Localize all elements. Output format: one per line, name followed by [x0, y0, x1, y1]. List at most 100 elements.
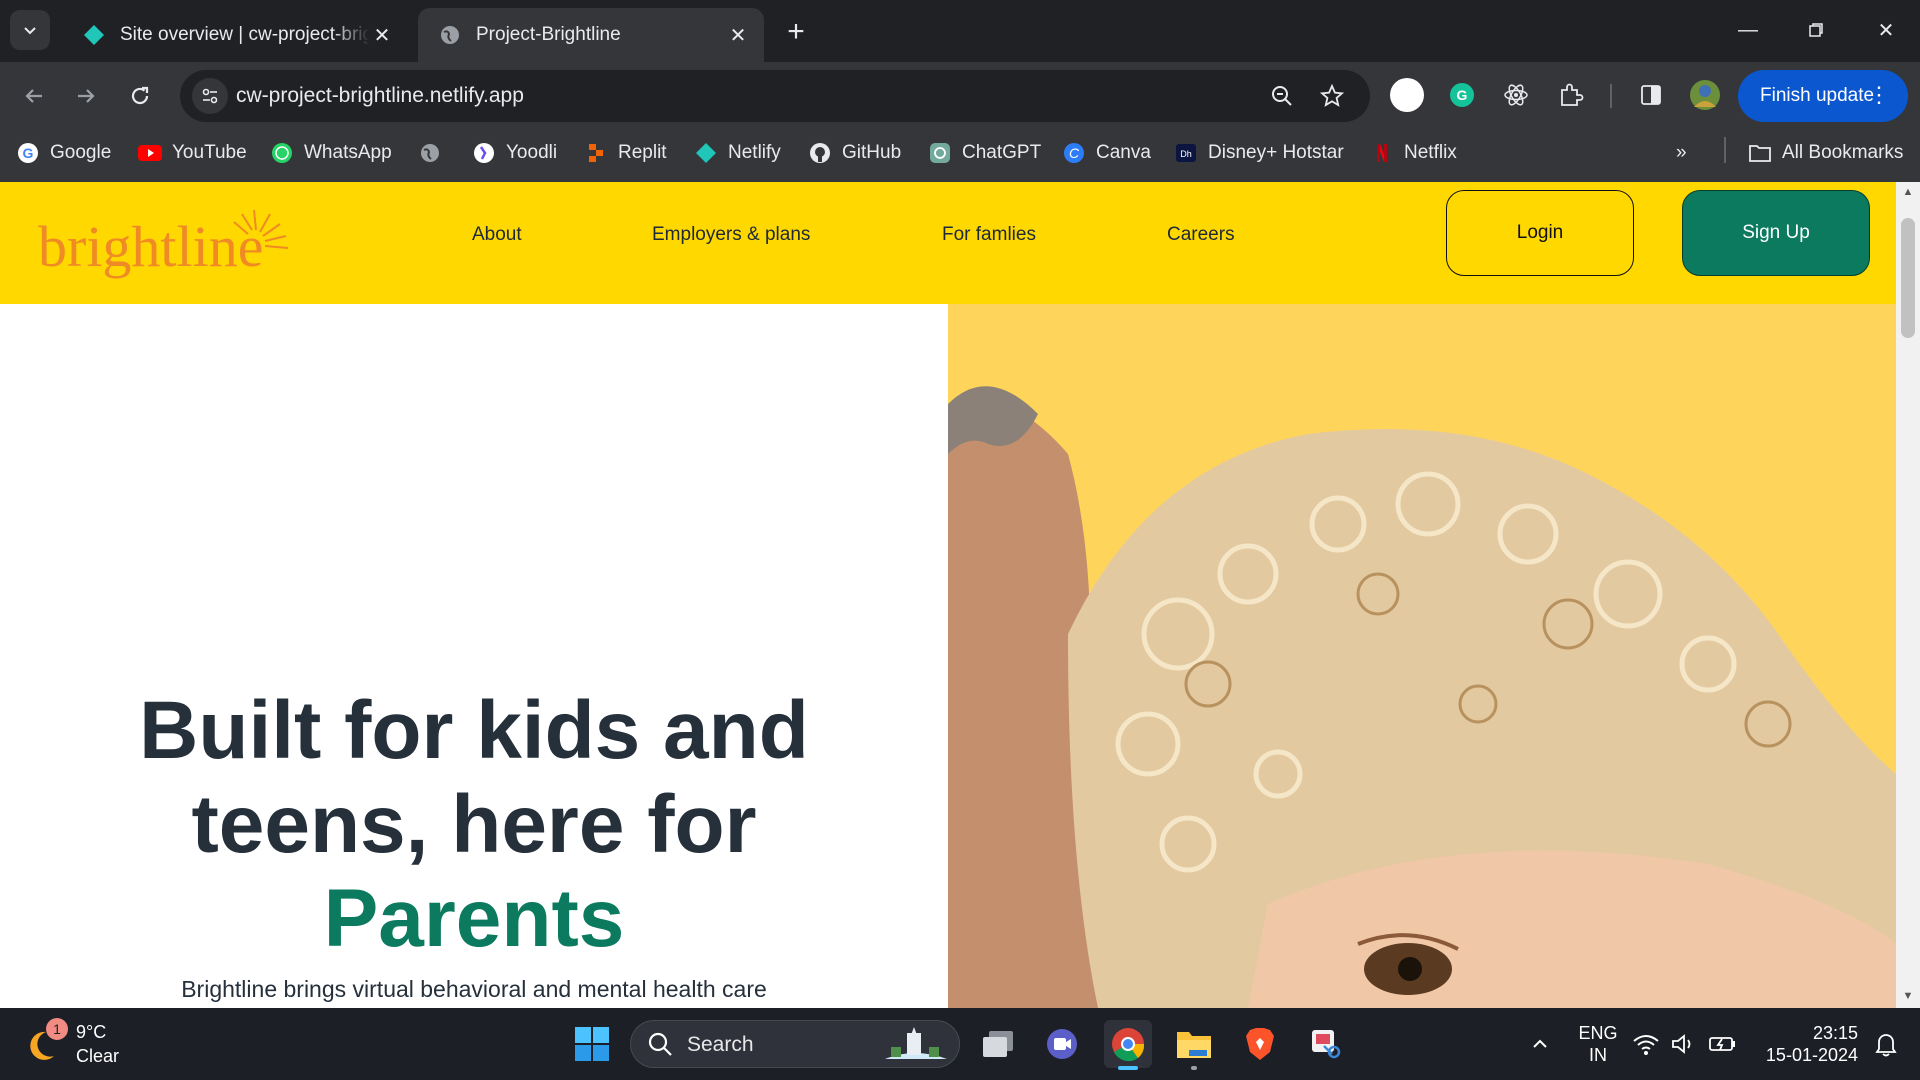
- language-indicator[interactable]: ENG IN: [1576, 1022, 1620, 1066]
- url-text[interactable]: cw-project-brightline.netlify.app: [236, 84, 524, 108]
- address-bar[interactable]: cw-project-brightline.netlify.app: [180, 70, 1370, 122]
- zoom-icon[interactable]: [1268, 82, 1296, 110]
- bell-icon: [1875, 1034, 1897, 1057]
- finish-update-button[interactable]: Finish update ⋮: [1738, 70, 1908, 122]
- close-window-button[interactable]: ✕: [1856, 8, 1916, 52]
- page-viewport: brightline About Employers & plans For f…: [0, 182, 1920, 1008]
- bookmark-whatsapp[interactable]: WhatsApp: [270, 138, 392, 168]
- open-indicator: [1191, 1066, 1197, 1070]
- weather-badge: 1: [46, 1018, 68, 1040]
- teams-chat-button[interactable]: [1038, 1020, 1086, 1068]
- profile-circle-icon[interactable]: [1388, 76, 1426, 114]
- windows-icon: [575, 1027, 609, 1061]
- youtube-icon: [138, 141, 162, 165]
- all-bookmarks-button[interactable]: All Bookmarks: [1748, 138, 1903, 168]
- bookmark-youtube[interactable]: YouTube: [138, 138, 247, 168]
- bookmark-yoodli[interactable]: Yoodli: [472, 138, 557, 168]
- finish-update-label: Finish update: [1760, 85, 1875, 106]
- react-devtools-icon[interactable]: [1497, 76, 1535, 114]
- nav-for-families[interactable]: For famlies: [942, 224, 1036, 246]
- chrome-taskbar-button[interactable]: [1104, 1020, 1152, 1070]
- reload-icon: [131, 86, 149, 105]
- new-tab-button[interactable]: +: [778, 14, 814, 50]
- globe-icon: [418, 141, 442, 165]
- extensions-icon[interactable]: [1552, 76, 1590, 114]
- file-explorer-button[interactable]: [1170, 1020, 1218, 1070]
- notifications-button[interactable]: [1862, 1020, 1910, 1068]
- signup-button[interactable]: Sign Up: [1682, 190, 1870, 276]
- scroll-down-icon[interactable]: ▼: [1902, 990, 1914, 1002]
- close-icon[interactable]: ✕: [726, 23, 750, 47]
- hotstar-icon: Dh: [1174, 141, 1198, 165]
- bookmark-google[interactable]: G Google: [16, 138, 111, 168]
- bookmark-canva[interactable]: C Canva: [1062, 138, 1151, 168]
- svg-text:C: C: [1069, 145, 1080, 161]
- github-icon: [808, 141, 832, 165]
- tab-strip: Site overview | cw-project-brightline ✕ …: [0, 0, 1920, 62]
- folder-icon: [1177, 1032, 1211, 1058]
- hero-headline: Built for kids and teens, here for Paren…: [60, 684, 888, 966]
- page-scrollbar[interactable]: ▲ ▼: [1896, 182, 1920, 1008]
- chevron-down-icon: [24, 27, 36, 35]
- bookmark-github[interactable]: GitHub: [808, 138, 901, 168]
- toolbar-divider: [1610, 84, 1612, 108]
- scrollbar-thumb[interactable]: [1901, 218, 1915, 338]
- snipping-tool-button[interactable]: [1302, 1020, 1350, 1068]
- tab-site-overview[interactable]: Site overview | cw-project-brightline ✕: [62, 8, 408, 62]
- bookmark-hotstar[interactable]: Dh Disney+ Hotstar: [1174, 138, 1344, 168]
- weather-widget[interactable]: 1 9°C Clear: [26, 1018, 146, 1070]
- avatar[interactable]: [1686, 76, 1724, 114]
- side-panel-icon[interactable]: [1632, 76, 1670, 114]
- bookmark-globe[interactable]: [418, 138, 452, 168]
- hero-text-panel: Built for kids and teens, here for Paren…: [0, 304, 948, 1008]
- close-icon[interactable]: ✕: [370, 23, 394, 47]
- chrome-icon: [1112, 1028, 1145, 1062]
- search-highlight-icon: [885, 1027, 947, 1059]
- clock[interactable]: 23:15 15-01-2024: [1758, 1022, 1858, 1066]
- svg-text:G: G: [23, 145, 34, 161]
- chatgpt-icon: [928, 141, 952, 165]
- tune-icon: [202, 88, 218, 104]
- star-icon[interactable]: [1318, 82, 1346, 110]
- nav-employers-plans[interactable]: Employers & plans: [652, 224, 810, 246]
- chevron-up-icon: [1533, 1039, 1547, 1048]
- nav-about[interactable]: About: [472, 224, 522, 246]
- brave-button[interactable]: [1236, 1020, 1284, 1068]
- whatsapp-icon: [270, 141, 294, 165]
- minimize-button[interactable]: —: [1718, 8, 1778, 52]
- tab-search-button[interactable]: [10, 10, 50, 50]
- scroll-up-icon[interactable]: ▲: [1902, 186, 1914, 198]
- grammarly-icon[interactable]: G: [1443, 76, 1481, 114]
- volume-icon: [1672, 1034, 1691, 1054]
- quick-settings-button[interactable]: [1628, 1020, 1748, 1068]
- site-info-button[interactable]: [192, 78, 228, 114]
- show-hidden-icons-button[interactable]: [1516, 1020, 1564, 1068]
- browser-chrome: Site overview | cw-project-brightline ✕ …: [0, 0, 1920, 182]
- bookmarks-divider: [1724, 137, 1726, 163]
- nav-careers[interactable]: Careers: [1167, 224, 1235, 246]
- taskbar-search[interactable]: Search: [630, 1020, 960, 1068]
- arrow-left-icon: [25, 89, 42, 103]
- bookmarks-bar: G Google YouTube WhatsApp Yoodli Replit …: [0, 128, 1920, 182]
- tab-project-brightline[interactable]: Project-Brightline ✕: [418, 8, 764, 62]
- restore-button[interactable]: [1786, 8, 1846, 52]
- bookmarks-overflow-button[interactable]: »: [1676, 138, 1687, 168]
- canva-icon: C: [1062, 141, 1086, 165]
- folder-icon: [1748, 141, 1772, 165]
- login-button[interactable]: Login: [1446, 190, 1634, 276]
- forward-button[interactable]: [66, 76, 106, 116]
- task-view-icon: [983, 1031, 1013, 1057]
- reload-button[interactable]: [120, 76, 160, 116]
- bookmark-netflix[interactable]: Netflix: [1370, 138, 1457, 168]
- clock-date: 15-01-2024: [1765, 1045, 1858, 1065]
- start-button[interactable]: [568, 1020, 616, 1068]
- task-view-button[interactable]: [974, 1020, 1022, 1068]
- bookmark-netlify[interactable]: Netlify: [694, 138, 781, 168]
- tab-title: Project-Brightline: [476, 24, 621, 45]
- brightline-logo[interactable]: brightline: [36, 202, 296, 286]
- netlify-icon: [82, 23, 106, 47]
- bookmark-replit[interactable]: Replit: [584, 138, 667, 168]
- svg-text:G: G: [1457, 87, 1468, 103]
- back-button[interactable]: [14, 76, 54, 116]
- bookmark-chatgpt[interactable]: ChatGPT: [928, 138, 1041, 168]
